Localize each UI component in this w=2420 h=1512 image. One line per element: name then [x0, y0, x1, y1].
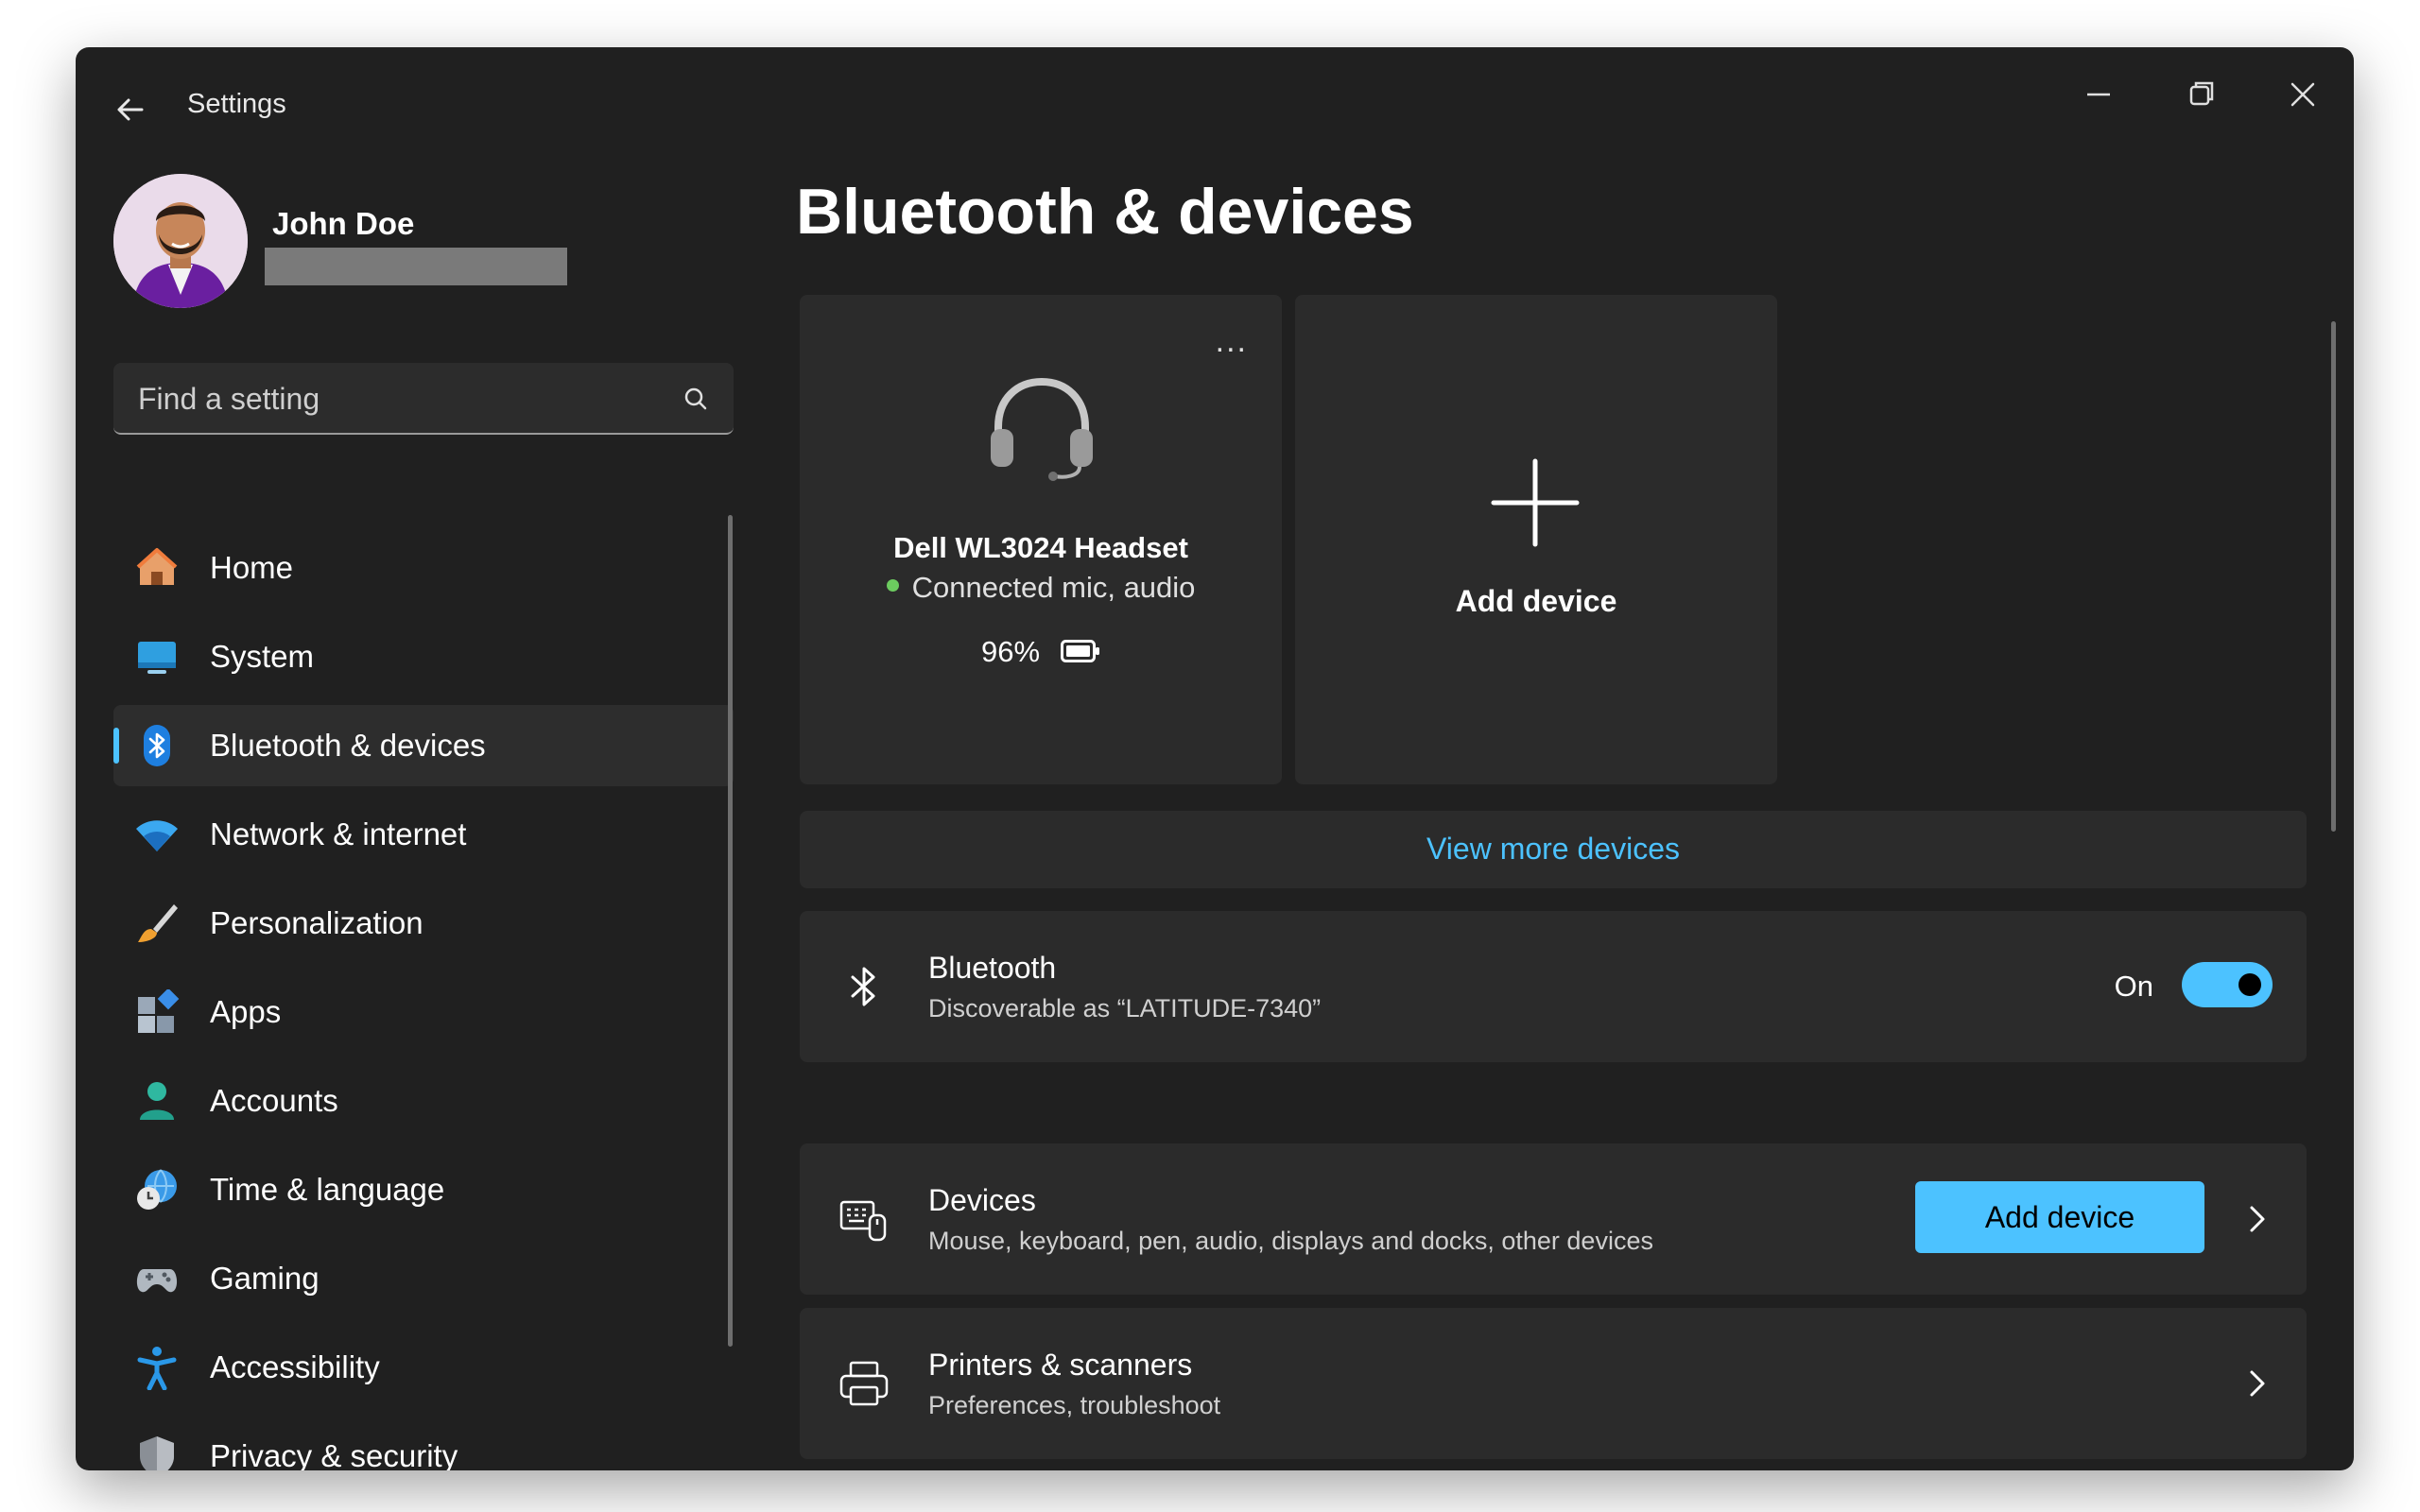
app-title: Settings: [187, 89, 286, 119]
avatar[interactable]: [113, 174, 248, 308]
toggle-knob: [2238, 973, 2261, 996]
bluetooth-toggle[interactable]: [2182, 962, 2273, 1007]
sidebar-item-label: Personalization: [210, 905, 424, 940]
bluetooth-state-label: On: [2114, 970, 2153, 1003]
sidebar-item-network[interactable]: Network & internet: [113, 794, 734, 875]
back-arrow-icon: [117, 98, 144, 121]
sidebar-item-label: System: [210, 639, 315, 674]
sidebar-item-accounts[interactable]: Accounts: [113, 1060, 734, 1142]
sidebar-item-apps[interactable]: Apps: [113, 971, 734, 1053]
back-button[interactable]: [104, 83, 157, 136]
sidebar-item-home[interactable]: Home: [113, 527, 734, 609]
sidebar-item-label: Network & internet: [210, 816, 467, 851]
plus-icon: [1491, 458, 1580, 547]
sidebar-item-label: Apps: [210, 994, 282, 1029]
search-box[interactable]: [113, 363, 734, 435]
bluetooth-icon: [144, 725, 170, 766]
battery-percent: 96%: [980, 635, 1041, 668]
close-icon: [2290, 82, 2315, 107]
printers-title: Printers & scanners: [928, 1348, 1193, 1382]
battery-level: 96%: [800, 635, 1282, 669]
add-device-button[interactable]: Add device: [1915, 1181, 2204, 1253]
devices-title: Devices: [928, 1183, 1036, 1217]
device-status: Connected mic, audio: [800, 571, 1282, 605]
sidebar-item-label: Home: [210, 550, 294, 585]
battery-icon: [1061, 639, 1100, 662]
view-more-devices-link[interactable]: View more devices: [800, 832, 2307, 867]
devices-subtitle: Mouse, keyboard, pen, audio, displays an…: [928, 1227, 1653, 1255]
sidebar-item-label: Privacy & security: [210, 1438, 458, 1470]
search-icon[interactable]: [681, 384, 711, 414]
avatar-image: [113, 174, 248, 308]
shield-icon: [140, 1436, 174, 1470]
sidebar-item-time-language[interactable]: Time & language: [113, 1149, 734, 1230]
devices-icon: [839, 1200, 887, 1242]
sidebar-item-label: Bluetooth & devices: [210, 728, 486, 763]
bluetooth-icon: [851, 967, 875, 1006]
bluetooth-setting-row: Bluetooth Discoverable as “LATITUDE-7340…: [800, 911, 2307, 1062]
sidebar-item-privacy[interactable]: Privacy & security: [113, 1416, 734, 1470]
sidebar-item-gaming[interactable]: Gaming: [113, 1238, 734, 1319]
more-options-button[interactable]: ...: [1216, 323, 1248, 360]
devices-setting-row[interactable]: Devices Mouse, keyboard, pen, audio, dis…: [800, 1143, 2307, 1295]
sidebar-item-accessibility[interactable]: Accessibility: [113, 1327, 734, 1408]
globe-clock-icon: [137, 1169, 177, 1210]
view-more-devices-button[interactable]: View more devices: [800, 811, 2307, 888]
headset-icon: [991, 377, 1093, 481]
chevron-right-icon[interactable]: [2246, 1366, 2269, 1400]
device-status-text: Connected mic, audio: [911, 571, 1196, 604]
title-bar: Settings: [76, 47, 2354, 151]
wifi-icon: [136, 820, 178, 851]
sidebar-item-label: Accessibility: [210, 1349, 380, 1384]
connected-status-dot: [886, 579, 899, 593]
restore-button[interactable]: [2153, 66, 2248, 123]
device-card-headset[interactable]: ... Dell WL3024 Headset Connected mic, a…: [800, 295, 1282, 784]
sidebar-nav: Home System Bluetooth & devices Network …: [113, 527, 734, 1470]
device-name: Dell WL3024 Headset: [893, 531, 1188, 564]
add-device-card[interactable]: Add device: [1295, 295, 1777, 784]
sidebar-item-label: Accounts: [210, 1083, 338, 1118]
minimize-button[interactable]: [2051, 66, 2146, 123]
accounts-icon: [140, 1082, 174, 1120]
search-input[interactable]: [138, 380, 648, 418]
user-name: John Doe: [272, 206, 415, 241]
sidebar-item-system[interactable]: System: [113, 616, 734, 697]
add-device-label: Add device: [1455, 584, 1617, 618]
apps-icon: [138, 989, 180, 1033]
brush-icon: [138, 904, 178, 942]
home-icon: [136, 548, 178, 585]
bluetooth-title: Bluetooth: [928, 951, 1057, 985]
sidebar-item-label: Gaming: [210, 1261, 320, 1296]
sidebar-item-bluetooth[interactable]: Bluetooth & devices: [113, 705, 734, 786]
restore-icon: [2189, 81, 2214, 106]
printer-icon: [839, 1361, 889, 1406]
settings-window: Settings John Doe Find a setting Home Sy…: [76, 47, 2354, 1470]
sidebar-scrollbar[interactable]: [728, 515, 733, 1347]
chevron-right-icon[interactable]: [2246, 1202, 2269, 1236]
system-icon: [138, 642, 176, 674]
bluetooth-subtitle: Discoverable as “LATITUDE-7340”: [928, 994, 1322, 1022]
close-button[interactable]: [2256, 66, 2350, 123]
accessibility-icon: [137, 1347, 177, 1390]
main-scrollbar[interactable]: [2331, 321, 2336, 832]
sidebar-item-personalization[interactable]: Personalization: [113, 883, 734, 964]
page-title: Bluetooth & devices: [796, 176, 1414, 248]
gamepad-icon: [136, 1269, 178, 1293]
user-email-redacted: [265, 248, 567, 285]
sidebar-item-label: Time & language: [210, 1172, 445, 1207]
printers-setting-row[interactable]: Printers & scanners Preferences, trouble…: [800, 1308, 2307, 1459]
printers-subtitle: Preferences, troubleshoot: [928, 1391, 1221, 1419]
minimize-icon: [2087, 93, 2110, 96]
